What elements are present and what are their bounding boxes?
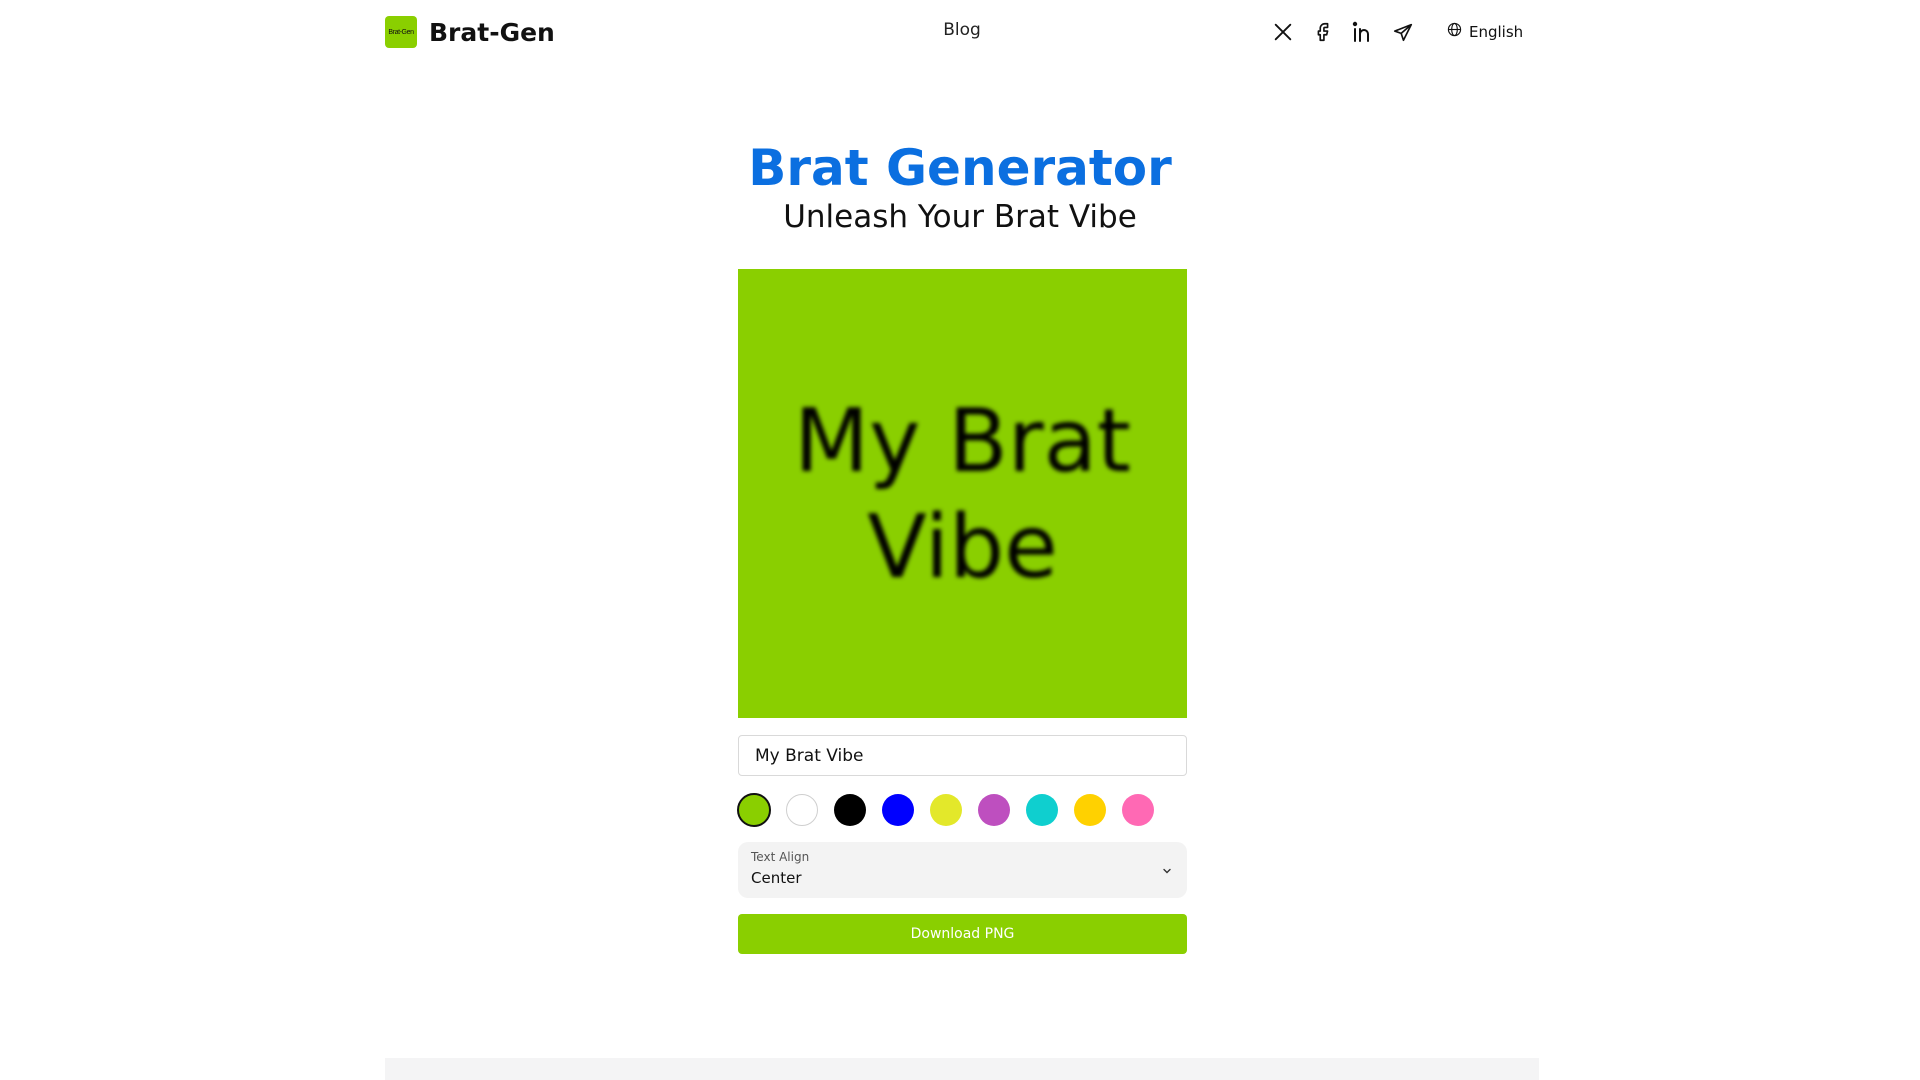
chevron-down-icon (1161, 862, 1173, 881)
color-swatches (737, 793, 1154, 827)
site-header: Brat-Gen Brat-Gen Blog English (385, 0, 1539, 64)
download-png-button[interactable]: Download PNG (738, 914, 1187, 954)
language-label: English (1469, 22, 1524, 41)
brand-name: Brat-Gen (429, 17, 555, 47)
text-align-label: Text Align (751, 850, 810, 864)
brat-preview-canvas: My Brat Vibe (738, 269, 1187, 718)
brat-text-input[interactable] (738, 735, 1187, 776)
color-swatch-pink[interactable] (1122, 794, 1154, 826)
color-swatch-purple[interactable] (978, 794, 1010, 826)
social-links (1270, 19, 1416, 45)
facebook-icon[interactable] (1310, 19, 1336, 45)
color-swatch-white[interactable] (786, 794, 818, 826)
logo: Brat-Gen (385, 16, 417, 48)
nav-blog-link[interactable]: Blog (929, 20, 995, 40)
color-swatch-blue[interactable] (882, 794, 914, 826)
color-swatch-cyan[interactable] (1026, 794, 1058, 826)
telegram-icon[interactable] (1390, 19, 1416, 45)
preview-text: My Brat Vibe (793, 389, 1132, 598)
color-swatch-gold[interactable] (1074, 794, 1106, 826)
page-title: Brat Generator (748, 139, 1172, 197)
language-selector[interactable]: English (1447, 22, 1523, 41)
color-swatch-green[interactable] (737, 793, 771, 827)
x-icon[interactable] (1270, 19, 1296, 45)
text-align-select[interactable]: Text Align Center (738, 842, 1187, 898)
brand[interactable]: Brat-Gen Brat-Gen (385, 16, 555, 48)
footer-section (385, 1058, 1539, 1080)
color-swatch-black[interactable] (834, 794, 866, 826)
color-swatch-yellow[interactable] (930, 794, 962, 826)
globe-icon (1447, 22, 1462, 41)
page-subtitle: Unleash Your Brat Vibe (783, 199, 1137, 235)
text-align-value: Center (751, 869, 802, 887)
linkedin-icon[interactable] (1350, 19, 1376, 45)
